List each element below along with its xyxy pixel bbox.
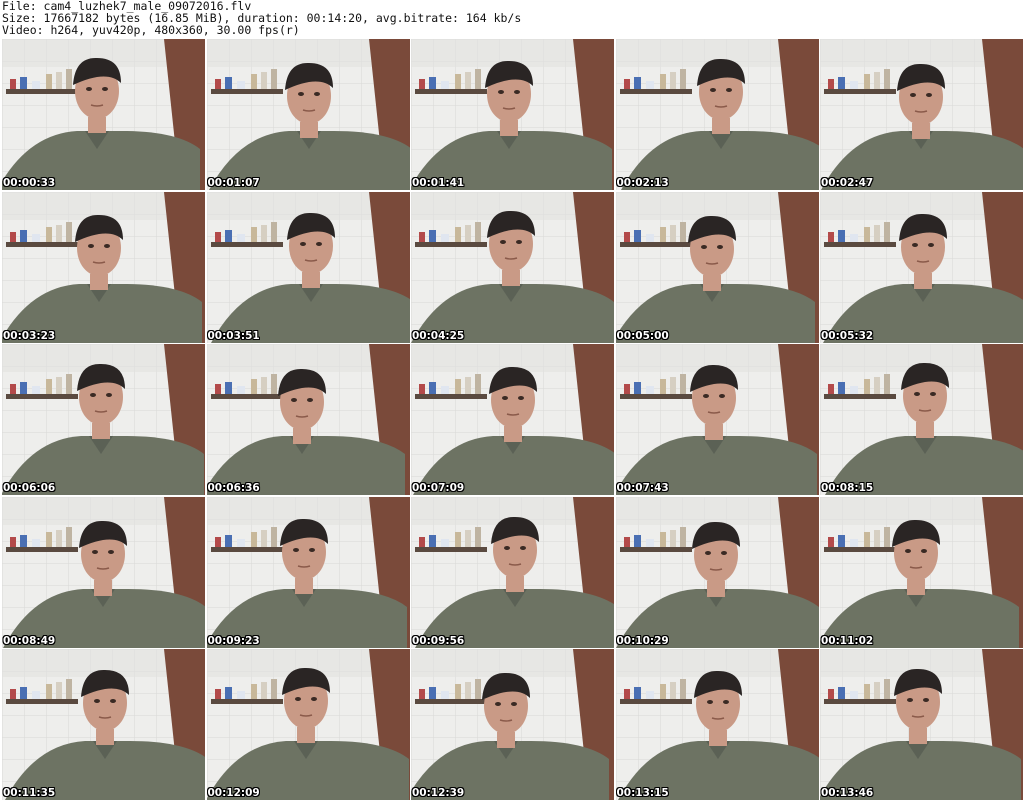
timestamp-label: 00:03:51 bbox=[207, 329, 260, 342]
webcam-frame-image bbox=[820, 649, 1023, 800]
file-info-header: File: cam4_luzhek7_male_09072016.flv Siz… bbox=[2, 0, 1022, 38]
thumbnail-grid: 00:00:33 00:01:07 00:01:41 00:02:13 00:02:47… bbox=[2, 39, 1023, 800]
timestamp-label: 00:12:39 bbox=[412, 787, 465, 799]
thumbnail-frame: 00:01:41 bbox=[411, 39, 614, 190]
webcam-frame-image bbox=[2, 191, 205, 343]
thumbnail-frame: 00:04:25 bbox=[411, 191, 614, 343]
webcam-frame-image bbox=[615, 344, 819, 495]
thumbnail-frame: 00:12:39 bbox=[411, 649, 614, 800]
webcam-frame-image bbox=[411, 649, 614, 800]
timestamp-label: 00:10:29 bbox=[616, 634, 669, 647]
thumbnail-frame: 00:13:46 bbox=[820, 649, 1023, 800]
timestamp-label: 00:12:09 bbox=[207, 787, 260, 799]
timestamp-label: 00:00:33 bbox=[3, 177, 56, 189]
timestamp-label: 00:11:02 bbox=[821, 634, 874, 647]
thumbnail-frame: 00:09:23 bbox=[206, 496, 410, 648]
timestamp-label: 00:05:00 bbox=[616, 329, 669, 342]
thumbnail-frame: 00:09:56 bbox=[411, 496, 614, 648]
timestamp-label: 00:06:06 bbox=[3, 482, 56, 494]
thumbnail-frame: 00:02:13 bbox=[615, 39, 819, 190]
timestamp-label: 00:03:23 bbox=[3, 329, 56, 342]
webcam-frame-image bbox=[411, 191, 614, 343]
webcam-frame-image bbox=[615, 496, 819, 648]
webcam-frame-image bbox=[2, 496, 205, 648]
thumbnail-frame: 00:01:07 bbox=[206, 39, 410, 190]
timestamp-label: 00:05:32 bbox=[821, 329, 874, 342]
webcam-frame-image bbox=[820, 39, 1023, 190]
webcam-frame-image bbox=[615, 191, 819, 343]
timestamp-label: 00:01:07 bbox=[207, 177, 260, 189]
webcam-frame-image bbox=[2, 344, 205, 495]
thumbnail-frame: 00:06:36 bbox=[206, 344, 410, 495]
webcam-frame-image bbox=[820, 191, 1023, 343]
webcam-frame-image bbox=[411, 39, 614, 190]
webcam-frame-image bbox=[206, 649, 410, 800]
webcam-frame-image bbox=[206, 496, 410, 648]
timestamp-label: 00:08:49 bbox=[3, 634, 56, 647]
timestamp-label: 00:07:43 bbox=[616, 482, 669, 494]
timestamp-label: 00:11:35 bbox=[3, 787, 56, 799]
thumbnail-frame: 00:03:51 bbox=[206, 191, 410, 343]
thumbnail-frame: 00:03:23 bbox=[2, 191, 205, 343]
webcam-frame-image bbox=[411, 496, 614, 648]
thumbnail-frame: 00:07:43 bbox=[615, 344, 819, 495]
webcam-frame-image bbox=[206, 344, 410, 495]
webcam-frame-image bbox=[2, 649, 205, 800]
webcam-frame-image bbox=[411, 344, 614, 495]
webcam-frame-image bbox=[206, 191, 410, 343]
webcam-frame-image bbox=[615, 649, 819, 800]
thumbnail-frame: 00:11:35 bbox=[2, 649, 205, 800]
thumbnail-frame: 00:06:06 bbox=[2, 344, 205, 495]
webcam-frame-image bbox=[820, 344, 1023, 495]
webcam-frame-image bbox=[820, 496, 1023, 648]
thumbnail-frame: 00:08:49 bbox=[2, 496, 205, 648]
thumbnail-frame: 00:00:33 bbox=[2, 39, 205, 190]
thumbnail-frame: 00:05:00 bbox=[615, 191, 819, 343]
thumbnail-frame: 00:10:29 bbox=[615, 496, 819, 648]
thumbnail-frame: 00:05:32 bbox=[820, 191, 1023, 343]
webcam-frame-image bbox=[206, 39, 410, 190]
thumbnail-frame: 00:07:09 bbox=[411, 344, 614, 495]
timestamp-label: 00:09:56 bbox=[412, 634, 465, 647]
timestamp-label: 00:09:23 bbox=[207, 634, 260, 647]
timestamp-label: 00:08:15 bbox=[821, 482, 874, 494]
thumbnail-frame: 00:13:15 bbox=[615, 649, 819, 800]
timestamp-label: 00:01:41 bbox=[412, 177, 465, 189]
timestamp-label: 00:02:47 bbox=[821, 177, 874, 189]
thumbnail-frame: 00:11:02 bbox=[820, 496, 1023, 648]
timestamp-label: 00:04:25 bbox=[412, 329, 465, 342]
thumbnail-frame: 00:08:15 bbox=[820, 344, 1023, 495]
webcam-frame-image bbox=[615, 39, 819, 190]
timestamp-label: 00:06:36 bbox=[207, 482, 260, 494]
timestamp-label: 00:02:13 bbox=[616, 177, 669, 189]
video-info-line: Video: h264, yuv420p, 480x360, 30.00 fps… bbox=[2, 23, 300, 37]
timestamp-label: 00:13:15 bbox=[616, 787, 669, 799]
timestamp-label: 00:13:46 bbox=[821, 787, 874, 799]
webcam-frame-image bbox=[2, 39, 205, 190]
timestamp-label: 00:07:09 bbox=[412, 482, 465, 494]
thumbnail-frame: 00:12:09 bbox=[206, 649, 410, 800]
thumbnail-frame: 00:02:47 bbox=[820, 39, 1023, 190]
